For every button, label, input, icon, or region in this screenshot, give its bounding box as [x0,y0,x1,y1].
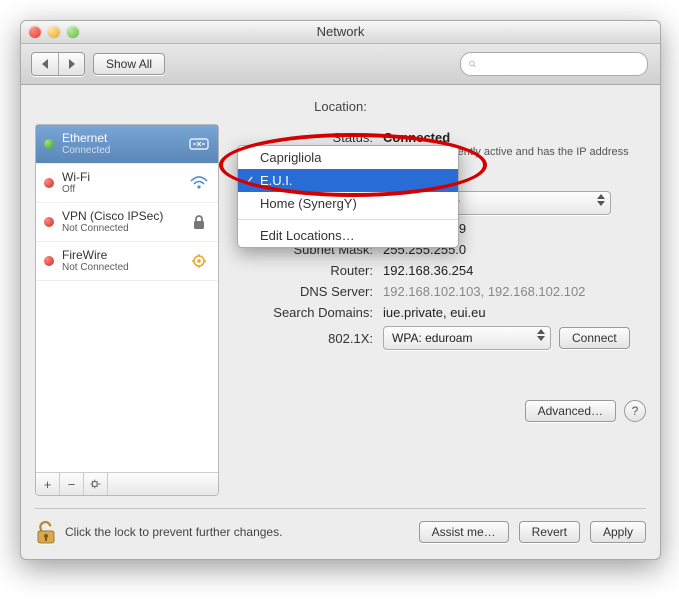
status-dot-icon [44,217,54,227]
interface-wifi[interactable]: Wi-Fi Off [36,164,218,203]
interface-status: Connected [62,145,180,157]
menu-separator [238,219,458,220]
interface-name: FireWire [62,248,180,262]
window-title: Network [317,24,365,39]
toolbar: Show All [21,44,660,85]
bottom-bar: Click the lock to prevent further change… [35,508,646,545]
advanced-button[interactable]: Advanced… [525,400,616,422]
search-icon [469,58,476,70]
back-button[interactable] [32,53,58,75]
location-option-0[interactable]: Caprigliola [238,146,458,169]
edit-locations[interactable]: Edit Locations… [238,224,458,247]
interface-status: Not Connected [62,262,180,274]
interface-firewire[interactable]: FireWire Not Connected [36,242,218,281]
close-icon[interactable] [29,26,41,38]
interface-list: Ethernet Connected Wi-Fi Off [36,125,218,472]
window-controls [29,26,79,38]
interface-name: VPN (Cisco IPSec) [62,209,180,223]
location-row: Location: [35,99,646,114]
location-option-2[interactable]: Home (SynergY) [238,192,458,215]
network-prefs-window: Network Show All Location: Caprigliola ✓… [20,20,661,560]
unlock-icon[interactable] [35,519,57,545]
location-label: Location: [314,99,367,114]
location-menu[interactable]: Caprigliola ✓ E.U.I. Home (SynergY) Edit… [237,145,459,248]
search-domains-label: Search Domains: [233,305,383,320]
interface-name: Ethernet [62,131,180,145]
content: Location: Caprigliola ✓ E.U.I. Home (Syn… [21,85,660,559]
lock-text: Click the lock to prevent further change… [65,525,282,539]
router-label: Router: [233,263,383,278]
forward-button[interactable] [58,53,84,75]
location-option-1[interactable]: ✓ E.U.I. [238,169,458,192]
chevron-updown-icon [537,329,545,341]
remove-interface-button[interactable]: − [60,473,84,495]
firewire-icon [188,252,210,270]
nav-segment [31,52,85,76]
interface-ethernet[interactable]: Ethernet Connected [36,125,218,164]
interface-name: Wi-Fi [62,170,180,184]
status-dot-icon [44,139,54,149]
lock-icon [188,213,210,231]
dot1x-select[interactable]: WPA: eduroam [383,326,551,350]
interface-status: Off [62,184,180,196]
action-menu-button[interactable] [84,473,108,495]
checkmark-icon: ✓ [244,173,255,189]
interface-vpn[interactable]: VPN (Cisco IPSec) Not Connected [36,203,218,242]
zoom-icon[interactable] [67,26,79,38]
interface-sidebar: Ethernet Connected Wi-Fi Off [35,124,219,496]
gear-icon [90,478,101,490]
wifi-icon [188,174,210,192]
revert-button[interactable]: Revert [519,521,580,543]
status-dot-icon [44,178,54,188]
minimize-icon[interactable] [48,26,60,38]
apply-button[interactable]: Apply [590,521,646,543]
search-field[interactable] [460,52,648,76]
status-label: Status: [233,130,383,145]
status-dot-icon [44,256,54,266]
chevron-updown-icon [597,194,605,206]
search-input[interactable] [480,56,639,72]
help-button[interactable]: ? [624,400,646,422]
dns-label: DNS Server: [233,284,383,299]
dns-value: 192.168.102.103, 192.168.102.102 [383,284,646,299]
ethernet-icon [188,135,210,153]
dot1x-label: 802.1X: [233,331,383,346]
lock-row: Click the lock to prevent further change… [35,519,282,545]
status-value: Connected [383,130,646,145]
interface-status: Not Connected [62,223,180,235]
router-value: 192.168.36.254 [383,263,646,278]
sidebar-footer: + − [36,472,218,495]
assist-button[interactable]: Assist me… [419,521,509,543]
connect-button[interactable]: Connect [559,327,630,349]
titlebar: Network [21,21,660,44]
show-all-button[interactable]: Show All [93,53,165,75]
search-domains-value: iue.private, eui.eu [383,305,646,320]
add-interface-button[interactable]: + [36,473,60,495]
